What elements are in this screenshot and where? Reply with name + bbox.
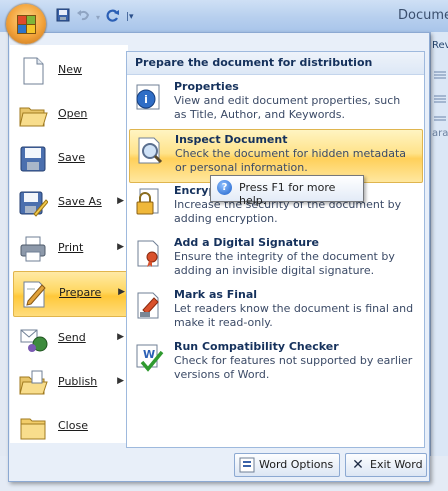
mark-final-icon <box>134 290 164 320</box>
ribbon-remnant <box>430 32 448 491</box>
menu-item-close[interactable]: Close <box>13 405 127 449</box>
office-button[interactable] <box>6 4 46 44</box>
menu-item-publish[interactable]: Publish ▶ <box>13 361 127 405</box>
submenu-item-title: Inspect Document <box>175 133 288 146</box>
menu-item-label: New <box>58 63 82 76</box>
send-icon <box>18 324 48 354</box>
submenu-arrow-icon: ▶ <box>117 242 124 252</box>
menu-item-label: Save As <box>58 195 102 208</box>
submenu-arrow-icon: ▶ <box>117 196 124 206</box>
submenu-arrow-icon: ▶ <box>117 376 124 386</box>
submenu-item-description: Check for features not supported by earl… <box>174 354 413 381</box>
submenu-header-title: Prepare the document for distribution <box>135 56 373 69</box>
submenu-arrow-icon: ▶ <box>118 287 125 297</box>
submenu-item-mark-as-final[interactable]: Mark as Final Let readers know the docum… <box>129 285 421 337</box>
menu-item-label: Close <box>58 419 88 432</box>
quick-access-toolbar: ▾ |▾ <box>56 8 134 26</box>
submenu-item-description: Check the document for hidden metadata o… <box>175 147 407 174</box>
close-icon: ✕ <box>352 457 364 473</box>
submenu-item-description: Ensure the integrity of the document by … <box>174 250 395 277</box>
submenu-item-description: View and edit document properties, such … <box>174 94 401 121</box>
help-tooltip: ? Press F1 for more help. <box>210 175 364 207</box>
ribbon-tab-review[interactable]: Rev <box>432 40 448 51</box>
menu-item-save[interactable]: Save <box>13 137 127 181</box>
word-options-label: Word Options <box>259 458 334 471</box>
menu-item-save-as[interactable]: Save As ▶ <box>13 181 127 225</box>
submenu-arrow-icon: ▶ <box>117 332 124 342</box>
open-folder-icon <box>18 100 48 130</box>
printer-icon <box>18 234 48 264</box>
submenu-item-title: Properties <box>174 80 239 93</box>
menu-item-prepare[interactable]: Prepare ▶ <box>13 271 129 317</box>
help-icon: ? <box>217 180 232 195</box>
menu-item-label: Print <box>58 241 84 254</box>
menu-item-label: Send <box>58 331 86 344</box>
title-bar: ▾ |▾ Docume <box>0 0 448 32</box>
submenu-item-title: Add a Digital Signature <box>174 236 319 249</box>
svg-text:i: i <box>144 93 148 106</box>
new-document-icon <box>18 56 48 86</box>
menu-item-print[interactable]: Print ▶ <box>13 227 127 271</box>
menu-item-label: Open <box>58 107 88 120</box>
digital-signature-icon <box>134 238 164 268</box>
prepare-icon <box>19 279 49 309</box>
encrypt-lock-icon <box>134 186 164 216</box>
menu-item-open[interactable]: Open <box>13 93 127 137</box>
exit-word-label: Exit Word <box>370 458 423 471</box>
properties-icon: i <box>134 82 164 112</box>
submenu-item-properties[interactable]: i Properties View and edit document prop… <box>129 77 421 129</box>
inspect-document-icon <box>135 135 165 165</box>
svg-text:W: W <box>143 348 155 361</box>
submenu-header: Prepare the document for distribution <box>127 52 424 75</box>
submenu-item-title: Mark as Final <box>174 288 258 301</box>
word-options-icon <box>239 457 255 473</box>
undo-dropdown-icon[interactable]: ▾ <box>96 13 100 22</box>
office-menu-commands: New Open Save Save As ▶ Print ▶ Prepare … <box>10 45 129 443</box>
ribbon-group-paragraph: arag <box>432 128 448 139</box>
prepare-submenu: Prepare the document for distribution i … <box>126 51 425 448</box>
document-edge <box>0 32 8 491</box>
save-disk-icon <box>18 144 48 174</box>
tooltip-text: Press F1 for more help. <box>239 181 336 207</box>
word-options-button[interactable]: Word Options <box>234 453 340 477</box>
compatibility-checker-icon: W <box>134 342 164 372</box>
menu-item-label: Publish <box>58 375 98 388</box>
submenu-item-description: Let readers know the document is final a… <box>174 302 414 329</box>
window-title: Docume <box>397 8 448 23</box>
exit-word-button[interactable]: ✕ Exit Word <box>345 453 427 477</box>
submenu-item-digital-signature[interactable]: Add a Digital Signature Ensure the integ… <box>129 233 421 285</box>
menu-item-label: Prepare <box>59 286 102 299</box>
customize-dropdown-icon[interactable]: |▾ <box>126 12 134 22</box>
undo-icon[interactable] <box>76 8 90 26</box>
redo-icon[interactable] <box>106 8 120 26</box>
submenu-item-compatibility-checker[interactable]: W Run Compatibility Checker Check for fe… <box>129 337 421 389</box>
menu-item-send[interactable]: Send ▶ <box>13 317 127 361</box>
menu-item-label: Save <box>58 151 86 164</box>
publish-icon <box>18 368 48 398</box>
save-icon[interactable] <box>56 8 70 26</box>
submenu-item-title: Run Compatibility Checker <box>174 340 339 353</box>
save-as-icon <box>18 188 49 218</box>
close-folder-icon <box>18 412 48 442</box>
menu-item-new[interactable]: New <box>13 49 127 93</box>
office-logo-icon <box>17 15 36 34</box>
